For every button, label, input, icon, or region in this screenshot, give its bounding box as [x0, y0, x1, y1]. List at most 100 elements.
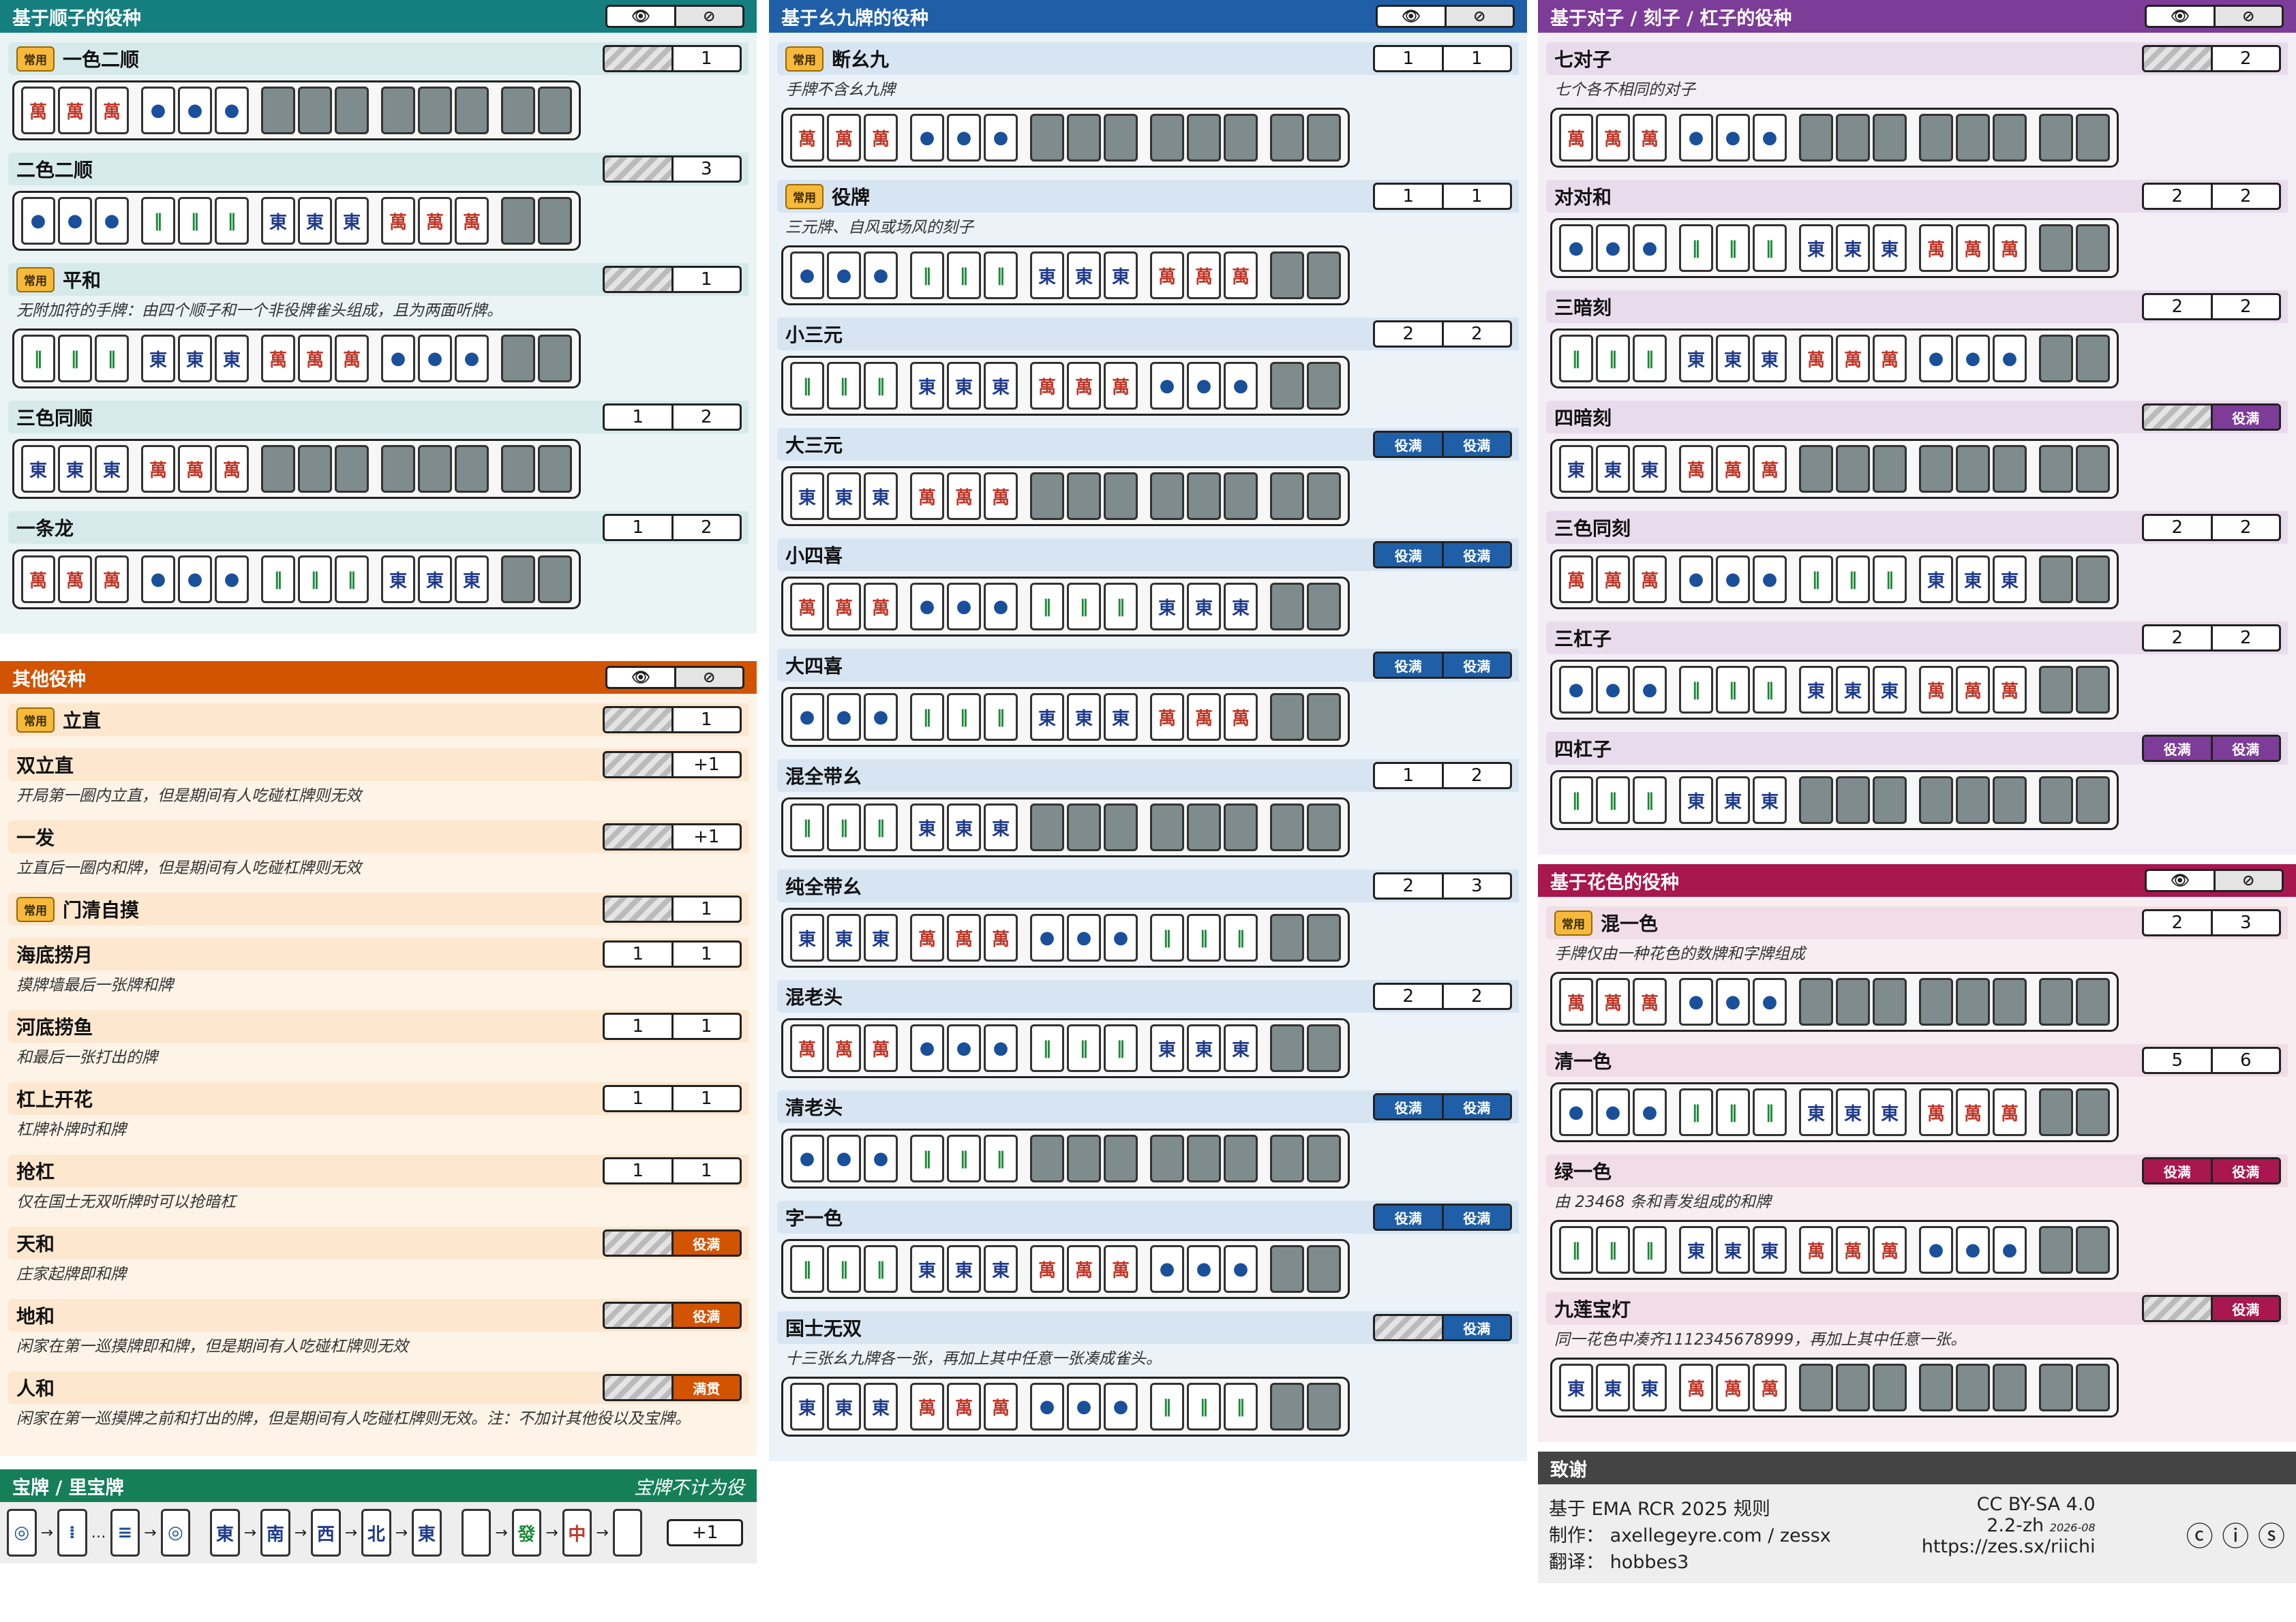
- open-han: 2: [1402, 986, 1415, 1007]
- han-value: 11: [603, 1157, 742, 1184]
- closed-han: 2: [1441, 322, 1511, 346]
- yaku-name: 对对和: [1554, 186, 1612, 209]
- yaku-item: 一发 +1 立直后一圈内和牌，但是期间有人吃碰杠牌则无效: [8, 821, 749, 881]
- open-han: [605, 753, 671, 776]
- yaku-item: 字一色 役满 役满 ‖ ‖ ‖ 東東東萬萬萬 ● ● ●: [777, 1201, 1519, 1299]
- common-badge: 常用: [16, 896, 55, 922]
- open-han: 役满: [1375, 1206, 1442, 1229]
- yaku-name: 四暗刻: [1554, 407, 1612, 429]
- yaku-item: 一条龙 1 2 萬萬萬 ● ● ● ‖ ‖ ‖ 東東東: [8, 511, 749, 609]
- example-hand: 東東東萬萬萬: [12, 439, 581, 499]
- example-hand: 萬萬萬 ● ● ● ‖ ‖ ‖ 東東東: [781, 577, 1350, 637]
- common-badge: 常用: [785, 46, 824, 72]
- open-han: [605, 1376, 671, 1399]
- eye-icon[interactable]: 👁: [607, 668, 674, 687]
- eye-off-icon[interactable]: ⊘: [2213, 871, 2282, 890]
- yaku-item: 绿一色 役满 役满由 23468 条和青发组成的和牌 ‖ ‖ ‖ 東東東萬萬萬 ● ● ●: [1546, 1154, 2288, 1280]
- section-terminals: 基于幺九牌的役种 👁 ⊘ 常用 断幺九 1 1 手牌不含幺九牌萬萬萬 ● ● ● 常用 役牌 1 1 三元牌、…: [769, 0, 1527, 1461]
- eye-off-icon[interactable]: ⊘: [2213, 7, 2282, 26]
- visibility-toggle[interactable]: 👁 ⊘: [2145, 869, 2284, 892]
- yaku-name: 三色同顺: [16, 407, 93, 429]
- yaku-item: 混全带幺 1 2 ‖ ‖ ‖ 東東東: [777, 759, 1519, 857]
- credits-rules: 基于 EMA RCR 2025 规则: [1549, 1499, 1770, 1520]
- open-han: 役满: [1375, 654, 1442, 677]
- eye-off-icon[interactable]: ⊘: [674, 7, 742, 26]
- section-triplets: 基于对子 / 刻子 / 杠子的役种 👁 ⊘ 七对子 2 七个各不相同的对子萬萬萬 ● ● ● 对对…: [1538, 0, 2296, 855]
- yaku-name: 国士无双: [785, 1317, 862, 1340]
- yaku-item: 清一色 5 6 ● ● ● ‖ ‖ ‖ 東東東萬萬萬: [1546, 1044, 2288, 1142]
- open-han: 1: [632, 944, 644, 964]
- credits-author: 制作： axellegeyre.com / zessx: [1549, 1525, 1831, 1546]
- yaku-item: 地和 役满 闲家在第一巡摸牌即和牌，但是期间有人吃碰杠牌则无效: [8, 1299, 749, 1359]
- eye-icon[interactable]: 👁: [2147, 7, 2214, 26]
- section-dora: 宝牌 / 里宝牌 宝牌不计为役 ◎ → ⁞… ≡ → ◎ 東 → 南 → 西 → 北 → 東 → 發 → 中 → …: [0, 1469, 757, 1563]
- example-hand: ● ● ● ‖ ‖ ‖ 東東東萬萬萬: [1550, 660, 2119, 720]
- visibility-toggle[interactable]: 👁 ⊘: [605, 5, 744, 28]
- open-han: 2: [2171, 913, 2184, 933]
- eye-off-icon[interactable]: ⊘: [1444, 7, 1513, 26]
- example-hand: ● ● ● ‖ ‖ ‖ 東東東萬萬萬: [12, 191, 581, 251]
- yaku-description: 闲家在第一巡摸牌即和牌，但是期间有人吃碰杠牌则无效: [16, 1338, 408, 1356]
- closed-han: 2: [671, 406, 740, 429]
- yaku-name: 小四喜: [785, 545, 843, 567]
- han-value: 役满 役满: [1373, 541, 1512, 568]
- han-value: 11: [603, 940, 742, 968]
- han-value: 役满 役满: [2142, 1157, 2281, 1184]
- open-han: 5: [2171, 1050, 2184, 1071]
- han-value: 23: [1373, 872, 1512, 900]
- visibility-toggle[interactable]: 👁 ⊘: [2145, 5, 2284, 28]
- yaku-item: 常用 断幺九 1 1 手牌不含幺九牌萬萬萬 ● ● ●: [777, 42, 1519, 168]
- yaku-description: 无附加符的手牌：由四个顺子和一个非役牌雀头组成，且为两面听牌。: [16, 302, 502, 320]
- column-middle: 基于幺九牌的役种 👁 ⊘ 常用 断幺九 1 1 手牌不含幺九牌萬萬萬 ● ● ● 常用 役牌 1 1 三元牌、…: [769, 0, 1527, 1461]
- open-han: [605, 708, 671, 731]
- yaku-item: 常用 立直 1: [8, 703, 749, 736]
- open-han: [605, 268, 671, 291]
- open-han: 2: [2171, 628, 2184, 648]
- yaku-name: 断幺九: [832, 48, 890, 71]
- han-value: +1: [603, 823, 742, 851]
- example-hand: 東東東萬萬萬: [1550, 439, 2119, 499]
- yaku-item: 天和 役满 庄家起牌即和牌: [8, 1227, 749, 1287]
- yaku-name: 海底捞月: [16, 944, 93, 966]
- han-value: 12: [603, 514, 742, 541]
- yaku-item: 四暗刻 役满東東東萬萬萬: [1546, 401, 2288, 499]
- han-value: 22: [2142, 514, 2281, 541]
- open-han: [2144, 1297, 2211, 1320]
- section-title: 基于顺子的役种: [12, 7, 141, 29]
- yaku-item: 七对子 2 七个各不相同的对子萬萬萬 ● ● ●: [1546, 42, 2288, 168]
- yaku-name: 大三元: [785, 434, 843, 457]
- yaku-item: 混老头 2 2 萬萬萬 ● ● ● ‖ ‖ ‖ 東東東: [777, 980, 1519, 1078]
- closed-han: 1: [671, 1015, 740, 1038]
- eye-off-icon[interactable]: ⊘: [674, 668, 742, 687]
- url-link[interactable]: https://zes.sx/riichi: [1922, 1536, 2096, 1557]
- closed-han: 3: [1441, 874, 1511, 898]
- yaku-name: 三暗刻: [1554, 296, 1612, 319]
- open-han: 1: [632, 407, 644, 427]
- visibility-toggle[interactable]: 👁 ⊘: [1376, 5, 1515, 28]
- visibility-toggle[interactable]: 👁 ⊘: [605, 666, 744, 689]
- open-han: [605, 1231, 671, 1255]
- open-han: 2: [1402, 324, 1415, 344]
- yaku-name: 纯全带幺: [785, 876, 862, 898]
- eye-icon[interactable]: 👁: [1378, 7, 1445, 26]
- yaku-description: 由 23468 条和青发组成的和牌: [1554, 1193, 1771, 1211]
- open-han: 2: [2171, 517, 2184, 538]
- example-hand: 東東東萬萬萬: [781, 466, 1350, 526]
- example-hand: ‖ ‖ ‖ 東東東萬萬萬 ● ● ●: [781, 1239, 1350, 1299]
- closed-han: 3: [671, 157, 740, 181]
- example-hand: ‖ ‖ ‖ 東東東萬萬萬 ● ● ●: [1550, 1220, 2119, 1280]
- dora-title: 宝牌 / 里宝牌: [12, 1477, 124, 1499]
- open-han: 2: [2171, 296, 2184, 317]
- open-han: 役满: [2144, 1159, 2211, 1182]
- yaku-name: 字一色: [785, 1207, 843, 1229]
- closed-han: 1: [671, 47, 740, 70]
- yaku-description: 杠牌补牌时和牌: [16, 1121, 126, 1139]
- example-hand: 萬萬萬 ● ● ● ‖ ‖ ‖ 東東東: [1550, 549, 2119, 609]
- eye-icon[interactable]: 👁: [607, 7, 674, 26]
- closed-han: 1: [671, 898, 740, 921]
- yaku-description: 七个各不相同的对子: [1554, 81, 1695, 99]
- closed-han: 役满: [1441, 654, 1510, 677]
- eye-icon[interactable]: 👁: [2147, 871, 2214, 890]
- closed-han: 2: [1441, 764, 1511, 787]
- yaku-description: 仅在国士无双听牌时可以抢暗杠: [16, 1193, 236, 1211]
